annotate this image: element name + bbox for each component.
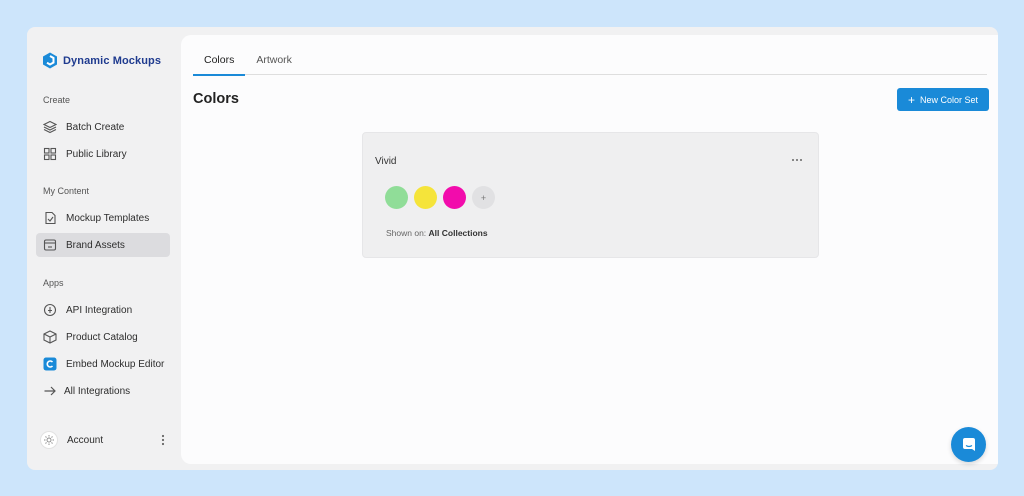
sidebar-item-label: Batch Create	[66, 121, 125, 133]
dynamic-mockups-logo-icon	[43, 52, 57, 69]
layers-icon	[43, 120, 57, 134]
template-icon	[43, 211, 57, 225]
box-icon	[43, 330, 57, 344]
color-set-card[interactable]: Vivid + Shown on: All Collections	[362, 132, 819, 258]
tab-colors[interactable]: Colors	[193, 48, 246, 76]
sidebar-item-label: Mockup Templates	[66, 212, 150, 224]
shown-on-text: Shown on: All Collections	[386, 228, 488, 238]
sidebar-item-embed-mockup-editor[interactable]: Embed Mockup Editor	[36, 352, 170, 376]
color-swatches: +	[385, 186, 495, 209]
new-color-set-button[interactable]: + New Color Set	[897, 88, 989, 111]
sidebar-item-api-integration[interactable]: API Integration	[36, 298, 170, 322]
sidebar: Dynamic Mockups Create Batch Create Publ…	[27, 27, 181, 470]
sidebar-item-product-catalog[interactable]: Product Catalog	[36, 325, 170, 349]
color-swatch-yellow[interactable]	[414, 186, 437, 209]
sidebar-item-label: API Integration	[66, 304, 133, 316]
page-title: Colors	[193, 91, 239, 107]
more-horizontal-icon[interactable]	[789, 153, 805, 167]
color-swatch-green[interactable]	[385, 186, 408, 209]
shown-on-value: All Collections	[428, 228, 488, 238]
avatar-icon	[44, 435, 54, 445]
sidebar-item-label: Brand Assets	[66, 239, 125, 251]
sidebar-item-mockup-templates[interactable]: Mockup Templates	[36, 206, 170, 230]
add-color-button[interactable]: +	[472, 186, 495, 209]
app-window: Dynamic Mockups Create Batch Create Publ…	[27, 27, 998, 470]
color-swatch-magenta[interactable]	[443, 186, 466, 209]
main-content: Colors Artwork Colors + New Color Set Vi…	[181, 35, 998, 464]
sidebar-item-all-integrations[interactable]: All Integrations	[36, 379, 170, 403]
plus-icon: +	[907, 92, 915, 107]
brand-name: Dynamic Mockups	[63, 54, 162, 67]
grid-icon	[43, 147, 57, 161]
chat-support-button[interactable]	[951, 427, 986, 462]
more-vertical-icon[interactable]	[158, 433, 168, 447]
sidebar-item-label: Public Library	[66, 148, 127, 160]
sidebar-item-label: Product Catalog	[66, 331, 138, 343]
sidebar-item-label: All Integrations	[64, 385, 131, 397]
account-menu[interactable]: Account	[40, 430, 168, 450]
arrow-right-icon	[43, 384, 57, 398]
brand-assets-icon	[43, 238, 57, 252]
tab-bar: Colors Artwork	[193, 48, 987, 76]
section-my-content-label: My Content	[43, 186, 90, 196]
new-color-set-label: New Color Set	[919, 94, 979, 105]
color-set-name: Vivid	[375, 156, 397, 167]
avatar	[40, 431, 58, 449]
sidebar-item-label: Embed Mockup Editor	[66, 358, 165, 370]
chat-icon	[962, 437, 975, 451]
sidebar-item-public-library[interactable]: Public Library	[36, 142, 170, 166]
section-apps-label: Apps	[43, 278, 64, 288]
account-label: Account	[67, 434, 104, 446]
api-icon	[43, 303, 57, 317]
embed-logo-icon	[43, 357, 57, 371]
section-create-label: Create	[43, 95, 71, 105]
shown-on-label: Shown on:	[386, 228, 427, 238]
brand[interactable]: Dynamic Mockups	[42, 52, 161, 69]
tab-artwork[interactable]: Artwork	[245, 48, 303, 75]
sidebar-item-brand-assets[interactable]: Brand Assets	[36, 233, 170, 257]
sidebar-item-batch-create[interactable]: Batch Create	[36, 115, 170, 139]
